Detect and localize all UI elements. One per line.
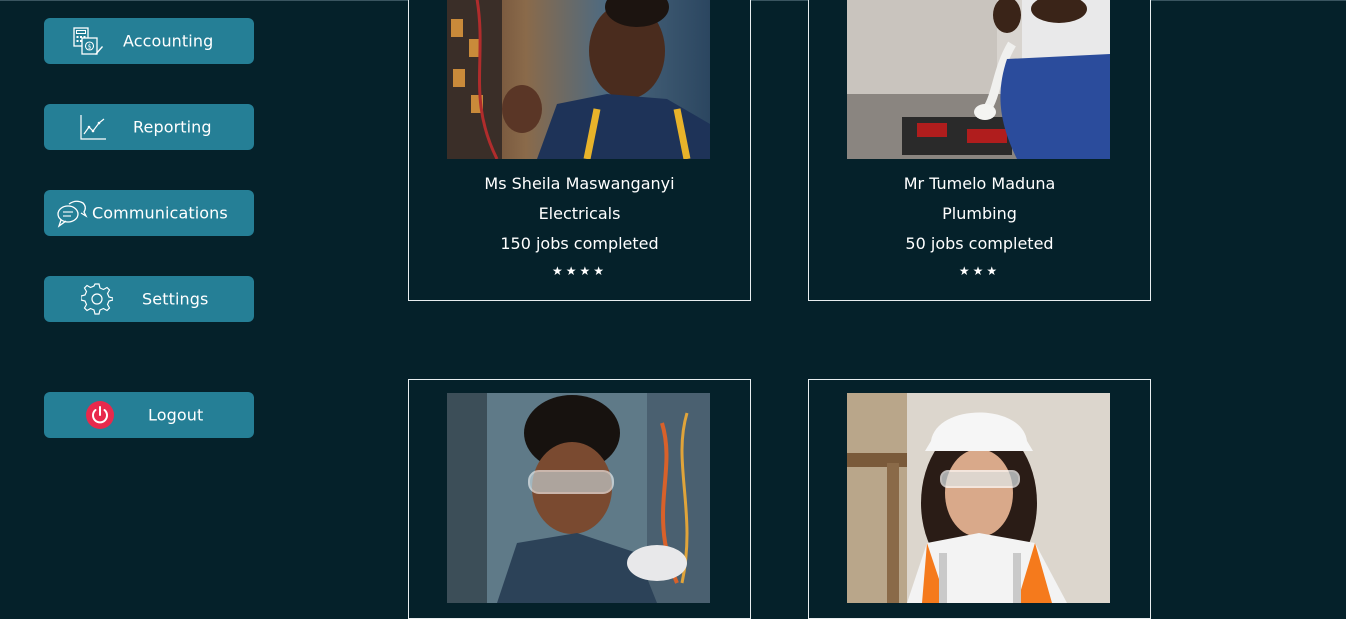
power-icon (85, 400, 115, 430)
worker-name: Ms Sheila Maswanganyi (484, 174, 675, 193)
worker-trade: Electricals (538, 204, 621, 223)
jobs-completed: 50 jobs completed (905, 234, 1054, 253)
gear-icon (81, 283, 113, 315)
worker-photo (847, 0, 1110, 159)
sidebar-item-label: Accounting (123, 31, 214, 51)
worker-photo (847, 393, 1110, 603)
sidebar-item-communications[interactable]: Communications (44, 190, 254, 236)
worker-photo (447, 0, 710, 159)
sidebar-item-reporting[interactable]: Reporting (44, 104, 254, 150)
worker-card[interactable]: Mr Tumelo Maduna Plumbing 50 jobs comple… (808, 0, 1151, 301)
star-rating: ★★★★ (551, 264, 608, 278)
accounting-icon: $ (72, 26, 104, 56)
worker-card[interactable]: Ms Sheila Maswanganyi Electricals 150 jo… (408, 0, 751, 301)
worker-photo (447, 393, 710, 603)
worker-trade: Plumbing (942, 204, 1017, 223)
jobs-completed: 150 jobs completed (500, 234, 659, 253)
sidebar-item-label: Communications (92, 203, 228, 223)
sidebar-item-label: Settings (142, 289, 209, 309)
worker-name: Mr Tumelo Maduna (903, 174, 1056, 193)
logout-label: Logout (148, 405, 204, 425)
worker-card[interactable] (408, 379, 751, 619)
sidebar-item-settings[interactable]: Settings (44, 276, 254, 322)
logout-button[interactable]: Logout (44, 392, 254, 438)
worker-card[interactable] (808, 379, 1151, 619)
chat-icon (56, 198, 88, 228)
star-rating: ★★★ (958, 264, 1001, 278)
sidebar-item-accounting[interactable]: $ Accounting (44, 18, 254, 64)
chart-icon (78, 112, 108, 142)
svg-text:$: $ (88, 44, 92, 51)
sidebar-item-label: Reporting (133, 117, 212, 137)
